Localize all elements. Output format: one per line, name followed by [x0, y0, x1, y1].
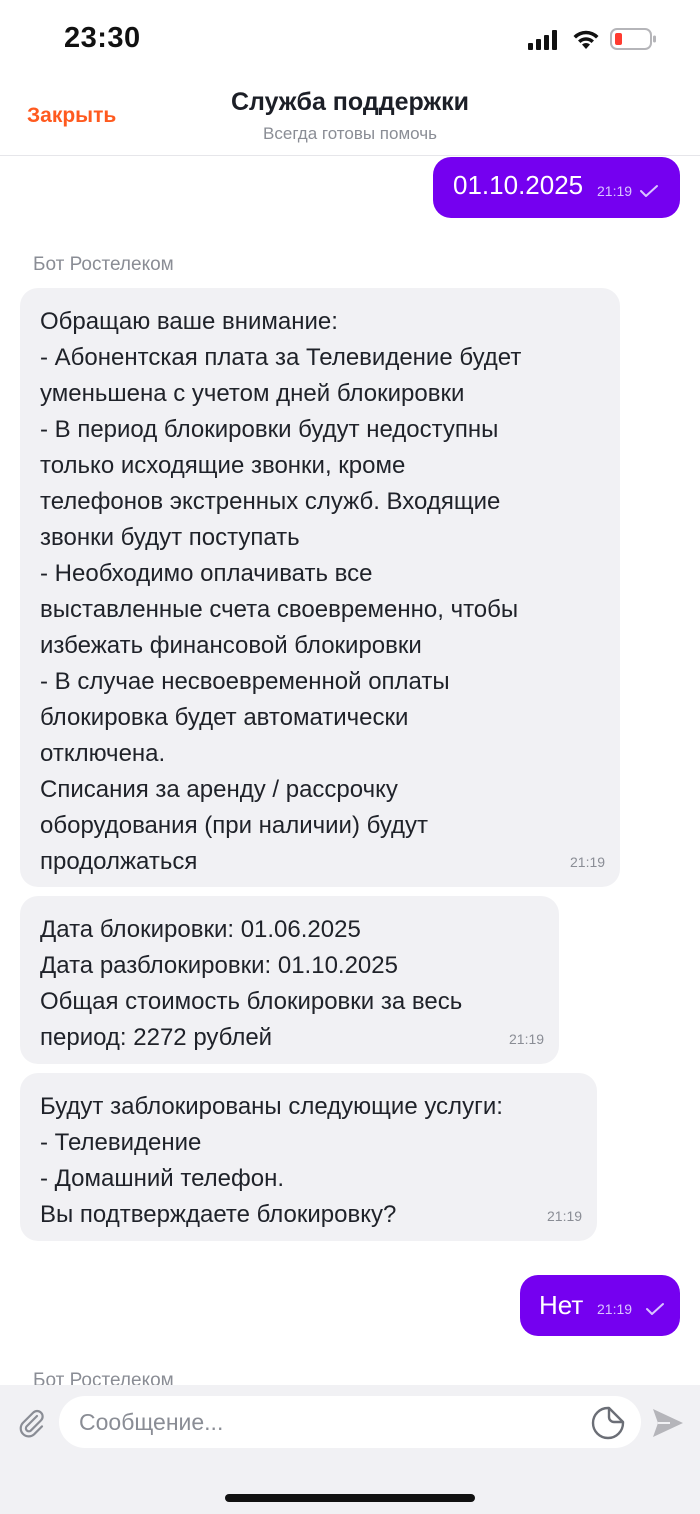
message-time: 21:19	[509, 1031, 545, 1047]
message-time: 21:19	[597, 1301, 633, 1317]
outgoing-message[interactable]: 01.10.2025 21:19	[433, 157, 680, 218]
chat-header: Закрыть Служба поддержки Всегда готовы п…	[0, 80, 700, 156]
send-icon[interactable]	[650, 1405, 686, 1441]
message-text: Обращаю ваше внимание: - Абонентская пла…	[40, 308, 522, 875]
message-time: 21:19	[597, 183, 633, 199]
sender-name: Бот Ростелеком	[33, 254, 174, 275]
message-time: 21:19	[570, 854, 606, 870]
incoming-message[interactable]: Обращаю ваше внимание: - Абонентская пла…	[20, 288, 620, 887]
message-text: Будут заблокированы следующие услуги: - …	[40, 1093, 503, 1228]
message-time: 21:19	[547, 1208, 583, 1224]
sticker-icon[interactable]	[590, 1405, 626, 1441]
page-title: Служба поддержки	[230, 88, 470, 116]
battery-icon	[610, 28, 656, 50]
checkmark-icon	[640, 185, 658, 197]
status-bar: 23:30	[0, 0, 700, 80]
message-text: 01.10.2025	[453, 170, 584, 200]
message-text: Дата блокировки: 01.06.2025 Дата разблок…	[40, 916, 463, 1051]
outgoing-message[interactable]: Нет 21:19	[520, 1275, 680, 1336]
message-input[interactable]	[59, 1396, 641, 1448]
paperclip-icon[interactable]	[16, 1407, 48, 1439]
wifi-icon	[573, 30, 599, 49]
signal-icon	[528, 30, 557, 50]
checkmark-icon	[646, 1303, 664, 1315]
status-time: 23:30	[64, 22, 141, 54]
incoming-message[interactable]: Дата блокировки: 01.06.2025 Дата разблок…	[20, 896, 559, 1064]
home-indicator	[225, 1494, 475, 1502]
incoming-message[interactable]: Будут заблокированы следующие услуги: - …	[20, 1073, 597, 1241]
page-subtitle: Всегда готовы помочь	[263, 124, 437, 143]
message-text: Нет	[539, 1290, 584, 1320]
